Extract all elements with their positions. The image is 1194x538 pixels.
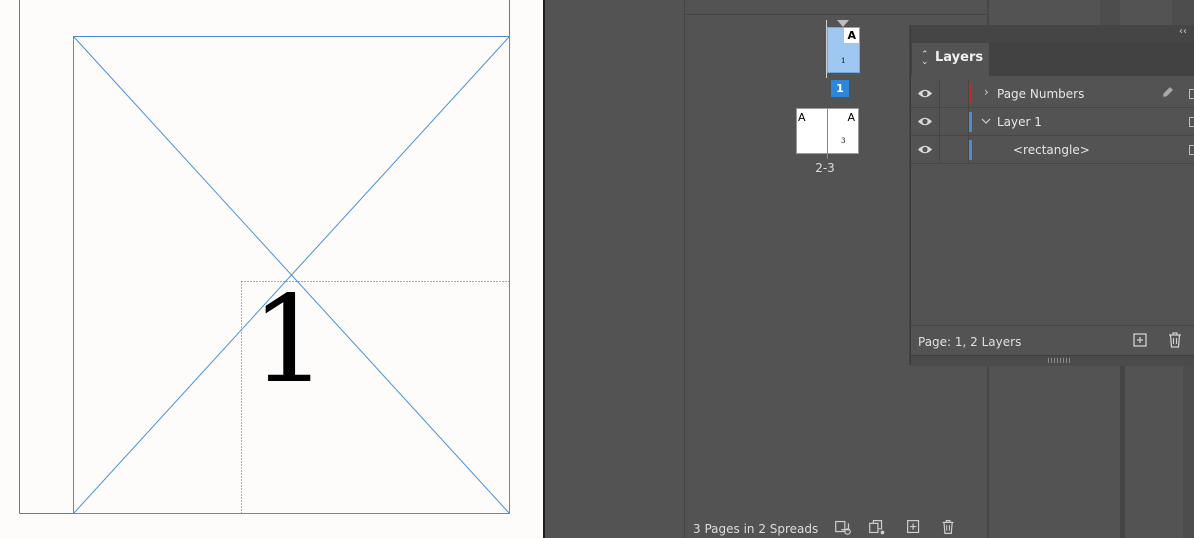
tab-layers[interactable]: ⌃ ⌄ Layers bbox=[912, 43, 989, 76]
thumb-page-number: 1 bbox=[841, 57, 846, 65]
lock-toggle[interactable] bbox=[940, 136, 969, 163]
document-canvas[interactable]: 1 bbox=[0, 0, 543, 538]
master-prefix: A bbox=[847, 29, 856, 42]
layer-row-rectangle[interactable]: <rectangle> bbox=[911, 136, 1194, 164]
selection-indicator[interactable] bbox=[1189, 145, 1194, 155]
page-artwork bbox=[19, 0, 510, 514]
delete-layer-icon[interactable] bbox=[1166, 331, 1184, 349]
eye-icon bbox=[918, 145, 932, 154]
create-new-page-icon[interactable] bbox=[904, 518, 924, 536]
spread-left-prefix: A bbox=[798, 111, 806, 124]
new-spread-icon[interactable] bbox=[867, 518, 887, 536]
tab-reorder-icon[interactable]: ⌃ ⌄ bbox=[921, 51, 929, 67]
pen-icon bbox=[1161, 87, 1173, 99]
page-number-marker[interactable]: 1 bbox=[251, 276, 327, 406]
layers-panel: ‹‹ ⌃ ⌄ Layers › Page Numbers Layer 1 <re… bbox=[910, 25, 1194, 366]
layer-color-chip bbox=[969, 140, 972, 160]
visibility-toggle[interactable] bbox=[911, 136, 940, 163]
spread-spine bbox=[827, 109, 828, 159]
layers-status-text: Page: 1, 2 Layers bbox=[918, 335, 1022, 349]
layer-row-layer-1[interactable]: Layer 1 bbox=[911, 108, 1194, 136]
eye-icon bbox=[918, 117, 932, 126]
create-new-layer-icon[interactable] bbox=[1131, 332, 1149, 348]
lock-toggle[interactable] bbox=[940, 108, 969, 135]
spread-2-label[interactable]: 2-3 bbox=[805, 161, 845, 175]
thumb-page-number: 3 bbox=[841, 137, 846, 145]
spread-1-label[interactable]: 1 bbox=[831, 80, 849, 97]
panel-dock-column-right bbox=[1172, 0, 1194, 25]
layers-status-bar: Page: 1, 2 Layers bbox=[911, 325, 1194, 356]
selection-indicator[interactable] bbox=[1189, 117, 1194, 127]
delete-page-icon[interactable] bbox=[939, 518, 959, 536]
panel-dock-edge bbox=[1120, 365, 1125, 538]
canvas-divider bbox=[543, 0, 545, 538]
object-name[interactable]: <rectangle> bbox=[1013, 143, 1090, 157]
panel-tab-bar: ⌃ ⌄ Layers bbox=[911, 43, 1194, 76]
eye-icon bbox=[918, 89, 932, 98]
spread-right-prefix: A bbox=[847, 111, 855, 124]
masters-section-divider[interactable] bbox=[685, 0, 987, 15]
visibility-toggle[interactable] bbox=[911, 108, 940, 135]
layer-color-chip bbox=[969, 84, 972, 104]
edit-page-size-icon[interactable] bbox=[833, 518, 853, 536]
spread-thumbnail-2-3[interactable]: A A 3 bbox=[796, 108, 859, 159]
pages-status-text: 3 Pages in 2 Spreads bbox=[693, 522, 819, 536]
panel-dock-column bbox=[1100, 0, 1120, 25]
layer-name[interactable]: Page Numbers bbox=[997, 87, 1084, 101]
layer-color-chip bbox=[969, 112, 972, 132]
page-thumbnail-1[interactable]: A 1 bbox=[827, 27, 860, 73]
resize-grip-icon bbox=[1048, 358, 1072, 363]
visibility-toggle[interactable] bbox=[911, 80, 940, 107]
lock-toggle[interactable] bbox=[940, 80, 969, 107]
tab-layers-label: Layers bbox=[935, 50, 984, 65]
panel-resize-handle[interactable] bbox=[911, 355, 1194, 366]
selection-indicator[interactable] bbox=[1189, 89, 1194, 99]
collapse-panel-icon[interactable]: ‹‹ bbox=[1179, 26, 1187, 37]
expand-chevron-icon[interactable]: › bbox=[984, 85, 989, 99]
collapse-chevron-icon[interactable] bbox=[980, 116, 992, 126]
layer-name[interactable]: Layer 1 bbox=[997, 115, 1042, 129]
layer-row-page-numbers[interactable]: › Page Numbers bbox=[911, 80, 1194, 108]
panel-dock-edge-right bbox=[1183, 365, 1194, 538]
panel-header-bar[interactable]: ‹‹ bbox=[911, 25, 1194, 43]
